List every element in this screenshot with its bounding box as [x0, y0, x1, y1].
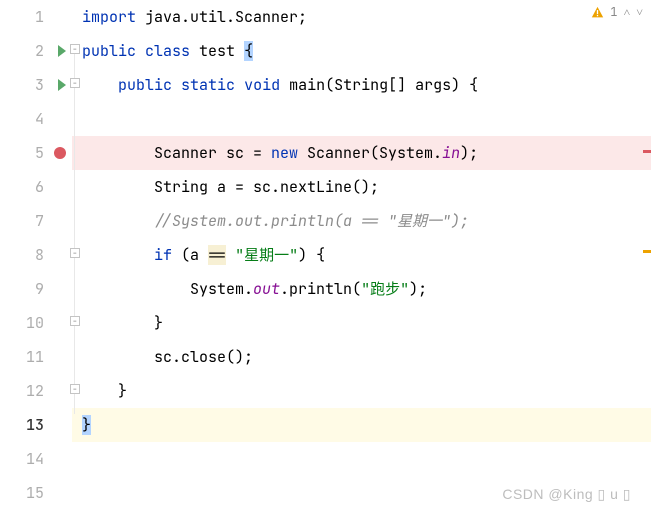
code-line[interactable]: //System.out.println(a == "星期一");	[72, 204, 651, 238]
line-number: 7	[35, 211, 44, 231]
line-number: 12	[26, 381, 44, 401]
keyword: void	[244, 75, 280, 95]
code-line[interactable]: }	[72, 374, 651, 408]
line-number: 8	[35, 245, 44, 265]
keyword: public	[118, 75, 172, 95]
keyword: static	[181, 75, 235, 95]
keyword: import	[82, 7, 136, 27]
code-text: Scanner sc =	[154, 143, 271, 163]
gutter-row[interactable]: 8	[0, 238, 72, 272]
field-ref: in	[442, 143, 460, 163]
code-line[interactable]: }	[72, 306, 651, 340]
line-number: 11	[26, 347, 44, 367]
line-number: 13	[26, 415, 44, 435]
chevron-up-icon[interactable]: ˄	[623, 4, 630, 20]
code-line[interactable]: if (a == "星期一") {	[72, 238, 651, 272]
keyword: if	[154, 245, 181, 265]
watermark: CSDN @King ▯ u ▯	[502, 486, 631, 503]
code-text: (a	[181, 245, 208, 265]
brace-highlight: {	[244, 41, 253, 61]
code-text: java.util.Scanner;	[136, 7, 307, 27]
gutter-row[interactable]: 12	[0, 374, 72, 408]
code-text: ) {	[298, 245, 325, 265]
gutter-row[interactable]: 11	[0, 340, 72, 374]
code-line[interactable]	[72, 442, 651, 476]
line-number: 4	[35, 109, 44, 129]
line-number: 14	[26, 449, 44, 469]
code-text: sc.close();	[154, 347, 253, 367]
code-text: );	[409, 279, 427, 299]
gutter-row[interactable]: 6	[0, 170, 72, 204]
line-number: 10	[26, 313, 44, 333]
code-text: }	[118, 381, 127, 401]
gutter-row[interactable]: 9	[0, 272, 72, 306]
warning-highlight: ==	[208, 245, 226, 265]
keyword: new	[271, 143, 298, 163]
string-literal: "跑步"	[361, 279, 409, 299]
run-icon[interactable]	[58, 79, 66, 91]
fold-toggle-icon[interactable]: −	[70, 316, 80, 326]
code-text: }	[154, 313, 163, 333]
field-ref: out	[253, 279, 280, 299]
stripe-mark[interactable]	[643, 150, 651, 153]
gutter-row[interactable]: 1	[0, 0, 72, 34]
gutter-row[interactable]: 2	[0, 34, 72, 68]
brace-highlight: }	[82, 415, 91, 435]
gutter-row[interactable]: 13	[0, 408, 72, 442]
warning-icon	[591, 6, 604, 19]
fold-toggle-icon[interactable]: −	[70, 78, 80, 88]
gutter-row[interactable]: 14	[0, 442, 72, 476]
code-text: main(String[] args) {	[280, 75, 478, 95]
breakpoint-icon[interactable]	[54, 147, 66, 159]
warning-count: 1	[610, 4, 617, 20]
code-text: test	[190, 41, 244, 61]
fold-toggle-icon[interactable]: −	[70, 384, 80, 394]
code-line[interactable]: Scanner sc = new Scanner(System.in);	[72, 136, 651, 170]
code-text: String a = sc.nextLine();	[154, 177, 379, 197]
line-number: 2	[35, 41, 44, 61]
string-literal: "星期一"	[235, 245, 298, 265]
code-text: );	[460, 143, 478, 163]
error-stripe[interactable]	[641, 0, 651, 513]
line-number: 6	[35, 177, 44, 197]
keyword: public	[82, 41, 136, 61]
code-line[interactable]: System.out.println("跑步");	[72, 272, 651, 306]
gutter-row[interactable]: 3	[0, 68, 72, 102]
gutter-row[interactable]: 4	[0, 102, 72, 136]
line-number: 15	[26, 483, 44, 503]
code-line[interactable]	[72, 102, 651, 136]
gutter-row[interactable]: 15	[0, 476, 72, 510]
line-number: 1	[35, 7, 44, 27]
code-text: System.	[190, 279, 253, 299]
gutter-row[interactable]: 5	[0, 136, 72, 170]
code-line[interactable]: String a = sc.nextLine();	[72, 170, 651, 204]
code-line[interactable]: sc.close();	[72, 340, 651, 374]
gutter-row[interactable]: 7	[0, 204, 72, 238]
fold-column[interactable]: − − − − −	[72, 0, 82, 513]
code-line[interactable]: }	[72, 408, 651, 442]
fold-toggle-icon[interactable]: −	[70, 248, 80, 258]
code-line[interactable]: public class test {	[72, 34, 651, 68]
code-text: .println(	[280, 279, 361, 299]
fold-toggle-icon[interactable]: −	[70, 44, 80, 54]
line-number: 3	[35, 75, 44, 95]
inspection-indicator[interactable]: 1 ˄ ˅	[591, 4, 643, 20]
gutter-row[interactable]: 10	[0, 306, 72, 340]
line-number: 5	[35, 143, 44, 163]
comment: //System.out.println(a == "星期一");	[154, 211, 469, 231]
code-line[interactable]: public static void main(String[] args) {	[72, 68, 651, 102]
code-line[interactable]: import java.util.Scanner;	[72, 0, 651, 34]
gutter[interactable]: 1 2 3 4 5 6 7 8 9 10 11 12 13 14 15	[0, 0, 72, 513]
code-text: Scanner(System.	[298, 143, 442, 163]
code-area[interactable]: − − − − − import java.util.Scanner; publ…	[72, 0, 651, 513]
line-number: 9	[35, 279, 44, 299]
code-editor[interactable]: 1 2 3 4 5 6 7 8 9 10 11 12 13 14 15 − − …	[0, 0, 651, 513]
run-icon[interactable]	[58, 45, 66, 57]
keyword: class	[145, 41, 190, 61]
stripe-mark[interactable]	[643, 250, 651, 253]
